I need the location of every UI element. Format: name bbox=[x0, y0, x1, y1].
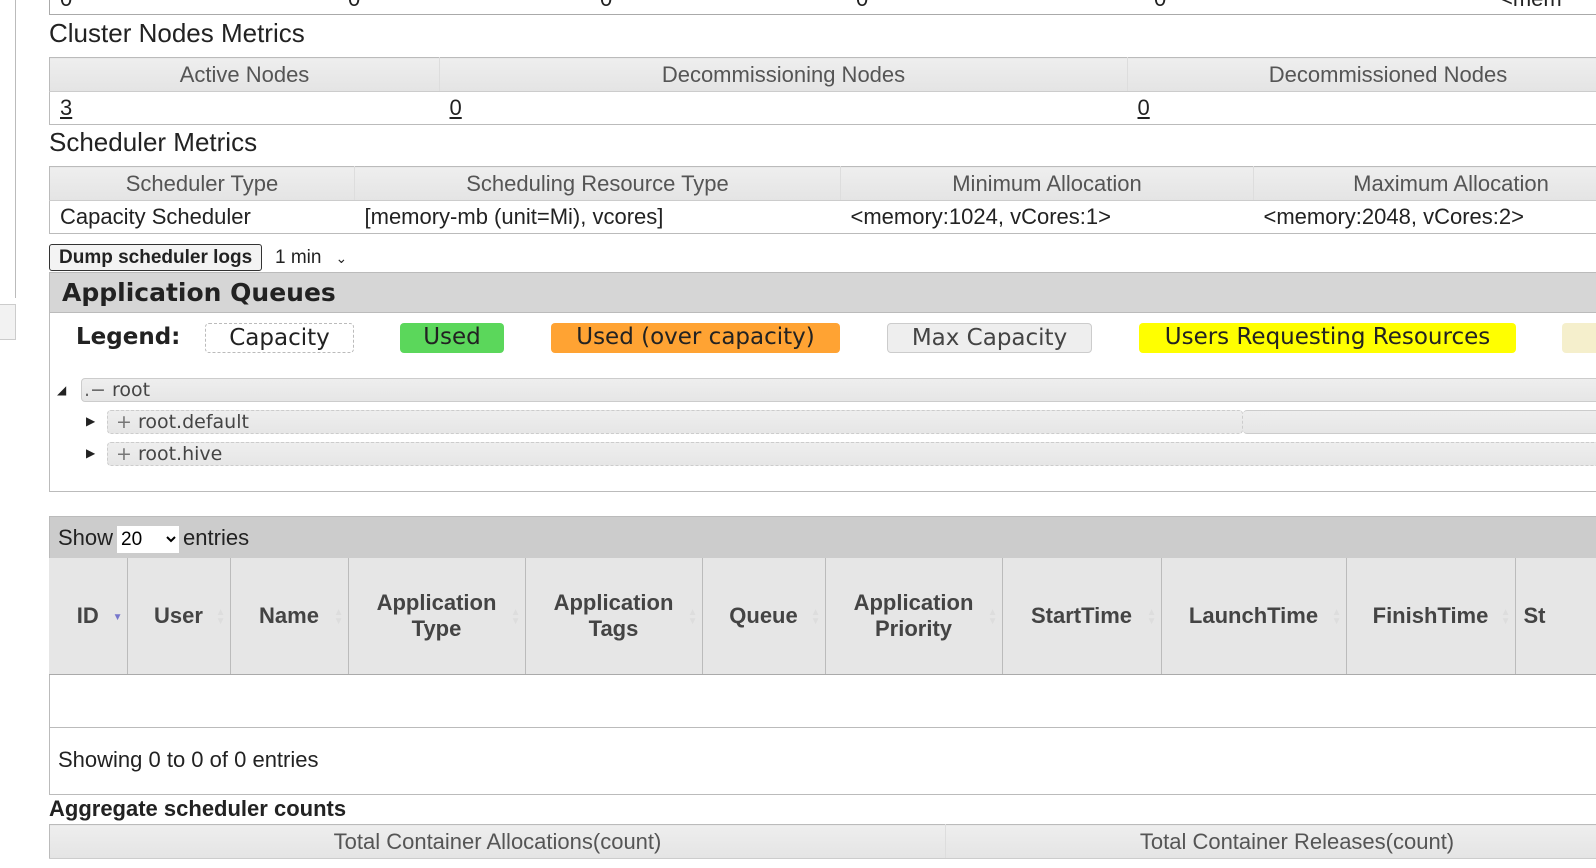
resource-type: [memory-mb (unit=Mi), vcores] bbox=[364, 204, 664, 229]
table-info: Showing 0 to 0 of 0 entries bbox=[58, 747, 319, 772]
active-nodes-link[interactable]: 3 bbox=[60, 95, 72, 120]
sort-icon: ▲ ▼ bbox=[687, 607, 698, 627]
chevron-down-icon: ⌄ bbox=[335, 250, 348, 266]
queues-title: Application Queues bbox=[50, 273, 1596, 313]
col-application-priority[interactable]: Application Priority ▲ ▼ bbox=[825, 558, 1003, 675]
sort-icon: ▲ ▼ bbox=[1146, 607, 1157, 627]
plus-icon: + bbox=[116, 443, 132, 465]
col-state[interactable]: St bbox=[1515, 558, 1596, 675]
sort-desc-icon: ▼ bbox=[112, 612, 123, 623]
legend-users-requesting: Users Requesting Resources bbox=[1139, 323, 1516, 353]
legend-extra bbox=[1562, 323, 1596, 353]
applications-table-panel: Show 20 entries ID ▼ User ▲ ▼ Name ▲ ▼ Applicat… bbox=[49, 516, 1596, 795]
metric-value: <mem bbox=[1500, 0, 1562, 12]
max-allocation: <memory:2048, vCores:2> bbox=[1263, 204, 1524, 229]
sort-icon: ▲ ▼ bbox=[1500, 607, 1511, 627]
col-active: Active Nodes bbox=[49, 57, 440, 92]
col-application-type[interactable]: Application Type ▲ ▼ bbox=[348, 558, 526, 675]
queue-label: root bbox=[112, 379, 151, 401]
plus-icon: + bbox=[116, 411, 132, 433]
scheduler-title: Scheduler Metrics bbox=[49, 127, 258, 157]
col-resource-type: Scheduling Resource Type bbox=[354, 166, 841, 201]
queue-root[interactable]: .− root bbox=[81, 378, 1596, 402]
col-max-allocation: Maximum Allocation bbox=[1253, 166, 1596, 201]
cluster-nodes-title: Cluster Nodes Metrics bbox=[49, 18, 305, 48]
show-label: Show bbox=[58, 525, 114, 550]
scheduler-type: Capacity Scheduler bbox=[60, 204, 251, 229]
sort-icon: ▲ ▼ bbox=[215, 607, 226, 627]
dump-interval-select[interactable]: 1 min ⌄ bbox=[275, 245, 347, 271]
expand-triangle-icon[interactable]: ▶ bbox=[86, 414, 95, 428]
col-total-releases: Total Container Releases(count) bbox=[945, 824, 1596, 859]
queue-root-default[interactable]: + root.default bbox=[107, 410, 1243, 434]
col-queue[interactable]: Queue ▲ ▼ bbox=[702, 558, 826, 675]
sort-icon: ▲ ▼ bbox=[1331, 607, 1342, 627]
col-total-allocations: Total Container Allocations(count) bbox=[49, 824, 946, 859]
queue-label: root.hive bbox=[137, 443, 223, 465]
col-name[interactable]: Name ▲ ▼ bbox=[230, 558, 349, 675]
metric-value: 0 bbox=[1154, 0, 1166, 12]
col-application-tags[interactable]: Application Tags ▲ ▼ bbox=[525, 558, 703, 675]
col-decommissioning: Decommissioning Nodes bbox=[439, 57, 1128, 92]
sidebar-border bbox=[15, 0, 16, 298]
col-user[interactable]: User ▲ ▼ bbox=[127, 558, 231, 675]
interval-value: 1 min bbox=[275, 247, 322, 268]
metric-value: 0 bbox=[348, 0, 360, 12]
legend-over-capacity: Used (over capacity) bbox=[551, 323, 840, 353]
col-launch-time[interactable]: LaunchTime ▲ ▼ bbox=[1161, 558, 1347, 675]
dump-scheduler-logs-button[interactable]: Dump scheduler logs bbox=[49, 244, 263, 271]
collapse-triangle-icon[interactable]: ◢ bbox=[57, 383, 66, 397]
metric-value: 0 bbox=[60, 0, 72, 12]
minus-icon: .− bbox=[84, 379, 106, 401]
decommissioned-nodes-link[interactable]: 0 bbox=[1138, 95, 1150, 120]
aggregate-table: Total Container Allocations(count) Total… bbox=[49, 824, 1596, 859]
col-finish-time[interactable]: FinishTime ▲ ▼ bbox=[1346, 558, 1516, 675]
legend-max-capacity: Max Capacity bbox=[887, 323, 1092, 353]
scheduler-table: Scheduler Type Scheduling Resource Type Mi… bbox=[49, 166, 1596, 234]
entries-label: entries bbox=[183, 525, 250, 550]
sort-icon: ▲ ▼ bbox=[333, 607, 344, 627]
queue-root-default-max bbox=[1243, 410, 1596, 434]
empty-table-row bbox=[50, 675, 1596, 728]
aggregate-title: Aggregate scheduler counts bbox=[49, 796, 347, 821]
cluster-nodes-table: Active Nodes Decommissioning Nodes Decommi… bbox=[49, 57, 1596, 125]
col-start-time[interactable]: StartTime ▲ ▼ bbox=[1002, 558, 1162, 675]
min-allocation: <memory:1024, vCores:1> bbox=[850, 204, 1111, 229]
sort-icon: ▲ ▼ bbox=[510, 607, 521, 627]
table-length-control: Show 20 entries bbox=[50, 517, 1596, 558]
legend-used: Used bbox=[400, 323, 504, 353]
sidebar-toggle[interactable] bbox=[0, 304, 16, 340]
metric-value: 0 bbox=[856, 0, 868, 12]
legend-label: Legend: bbox=[76, 324, 181, 350]
applications-table: ID ▼ User ▲ ▼ Name ▲ ▼ Application Type ▲ ▼ App… bbox=[49, 558, 1596, 675]
application-queues-panel: Application Queues Legend: Capacity Used… bbox=[49, 272, 1596, 492]
sort-icon: ▲ ▼ bbox=[987, 607, 998, 627]
page-size-select[interactable]: 20 bbox=[117, 526, 180, 553]
metric-value: 0 bbox=[600, 0, 612, 12]
legend-capacity: Capacity bbox=[205, 323, 354, 353]
col-scheduler-type: Scheduler Type bbox=[49, 166, 355, 201]
col-decommissioned: Decommissioned Nodes bbox=[1127, 57, 1596, 92]
queue-label: root.default bbox=[137, 411, 249, 433]
cluster-metrics-row: 0 0 0 0 0 <mem bbox=[49, 0, 1596, 15]
sort-icon: ▲ ▼ bbox=[810, 607, 821, 627]
col-id[interactable]: ID ▼ bbox=[49, 558, 128, 675]
queue-root-hive[interactable]: + root.hive bbox=[107, 442, 1596, 466]
col-min-allocation: Minimum Allocation bbox=[840, 166, 1254, 201]
decommissioning-nodes-link[interactable]: 0 bbox=[450, 95, 462, 120]
expand-triangle-icon[interactable]: ▶ bbox=[86, 446, 95, 460]
